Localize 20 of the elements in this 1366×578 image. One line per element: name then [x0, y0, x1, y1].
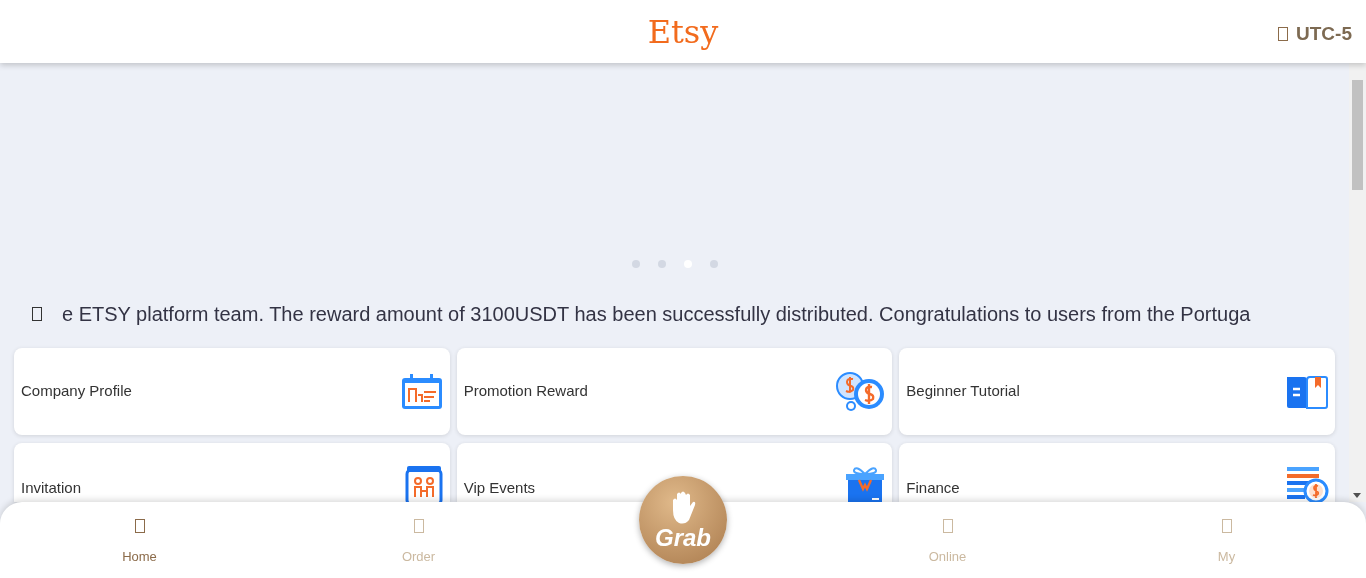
- menu-card[interactable]: Vip Events: [456, 443, 893, 502]
- logo: Etsy: [647, 15, 719, 48]
- menu-card[interactable]: Promotion Reward: [456, 348, 893, 435]
- menu-label: Finance: [906, 478, 960, 498]
- menu-label: Invitation: [21, 478, 82, 498]
- menu-label: Company Profile: [21, 381, 132, 402]
- timezone-label[interactable]: UTC-5: [1296, 20, 1352, 49]
- menu-label: Beginner Tutorial: [906, 381, 1020, 402]
- scrollbar[interactable]: [1349, 63, 1366, 502]
- book-icon: [1285, 373, 1329, 410]
- menu-card[interactable]: Invitation: [14, 443, 450, 502]
- menu-label: Vip Events: [463, 478, 536, 498]
- menu-card[interactable]: Company Profile: [14, 348, 450, 435]
- menu-card[interactable]: Finance: [899, 443, 1335, 502]
- notice-text: e ETSY platform team. The reward amount of 3100USDT has been successfully distributed. Congratulations to users from the Portuga: [62, 302, 1251, 327]
- coins-icon: [836, 371, 887, 412]
- menu-card[interactable]: Beginner Tutorial: [899, 348, 1335, 435]
- nav-tab[interactable]: Home: [0, 502, 279, 578]
- calendar-card-icon: [399, 372, 444, 411]
- menu-label: Promotion Reward: [463, 381, 588, 402]
